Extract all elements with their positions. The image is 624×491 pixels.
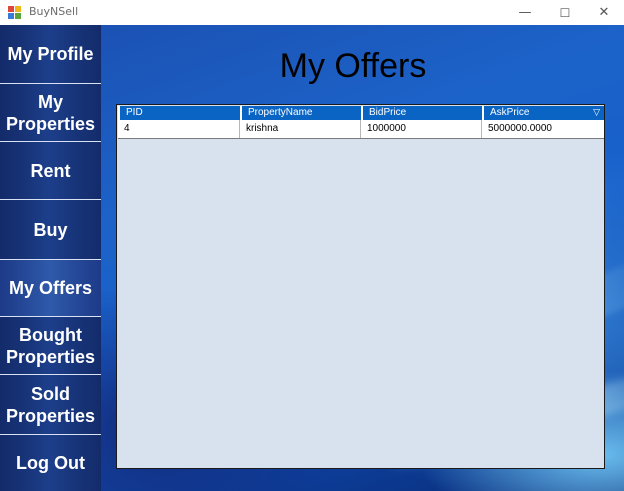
page-title: My Offers [279, 47, 427, 85]
close-button[interactable]: ✕ [584, 0, 624, 25]
sidebar-item-my-properties[interactable]: My Properties [0, 84, 101, 142]
sidebar-item-bought-properties[interactable]: Bought Properties [0, 317, 101, 375]
maximize-button[interactable]: ☐ [545, 0, 585, 25]
column-header-property-name[interactable]: PropertyName [240, 106, 361, 120]
cell-pid[interactable]: 4 [118, 120, 240, 138]
cell-bid-price[interactable]: 1000000 [361, 120, 482, 138]
content-area: My Profile My Properties Rent Buy My Off… [0, 25, 624, 491]
sidebar-item-log-out[interactable]: Log Out [0, 435, 101, 491]
sidebar-item-buy[interactable]: Buy [0, 200, 101, 260]
column-header-ask-price[interactable]: AskPrice ▽ [482, 106, 604, 120]
sidebar-item-rent[interactable]: Rent [0, 142, 101, 200]
column-header-pid[interactable]: PID [118, 106, 240, 120]
offers-grid[interactable]: PID PropertyName BidPrice AskPrice ▽ 4 k… [116, 104, 605, 469]
cell-property-name[interactable]: krishna [240, 120, 361, 138]
window-title: BuyNSell [29, 5, 79, 18]
table-row[interactable]: 4 krishna 1000000 5000000.0000 [118, 120, 604, 139]
column-header-label: AskPrice [490, 107, 530, 118]
sort-triangle-icon: ▽ [593, 108, 600, 118]
sidebar-item-my-profile[interactable]: My Profile [0, 25, 101, 84]
sidebar: My Profile My Properties Rent Buy My Off… [0, 25, 101, 491]
grid-header: PID PropertyName BidPrice AskPrice ▽ [118, 106, 604, 120]
minimize-button[interactable]: — [505, 0, 545, 25]
sidebar-item-my-offers[interactable]: My Offers [0, 260, 101, 317]
app-icon [8, 6, 22, 19]
sidebar-item-sold-properties[interactable]: Sold Properties [0, 375, 101, 435]
column-header-bid-price[interactable]: BidPrice [361, 106, 482, 120]
cell-ask-price[interactable]: 5000000.0000 [482, 120, 604, 138]
title-bar: BuyNSell — ☐ ✕ [0, 0, 624, 25]
app-window: BuyNSell — ☐ ✕ My Profile My Properties … [0, 0, 624, 491]
